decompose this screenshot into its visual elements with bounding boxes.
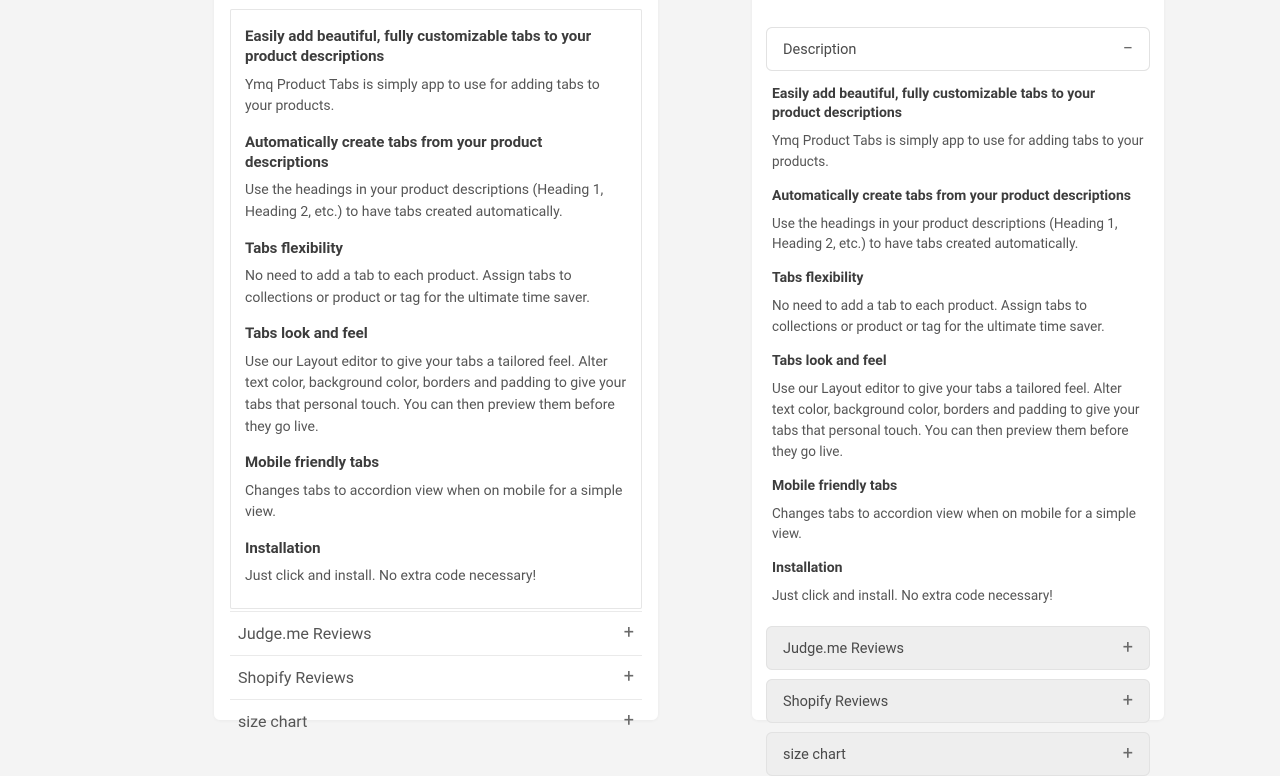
section-body: Use our Layout editor to give your tabs …: [245, 352, 627, 439]
accordion-header-shopify[interactable]: Shopify Reviews +: [230, 655, 642, 699]
accordion-label: Shopify Reviews: [238, 668, 354, 687]
section-heading: Tabs flexibility: [245, 238, 627, 258]
section-body: Ymq Product Tabs is simply app to use fo…: [245, 75, 627, 118]
section-body: No need to add a tab to each product. As…: [245, 266, 627, 309]
section-heading: Easily add beautiful, fully customizable…: [772, 85, 1144, 123]
plus-icon: +: [624, 712, 634, 730]
accordion-label: Description: [783, 41, 856, 58]
minus-icon: −: [1123, 40, 1133, 58]
accordion-label: size chart: [783, 746, 846, 763]
preview-card-left: Description Easily add beautiful, fully …: [214, 0, 658, 720]
accordion-body-description: Easily add beautiful, fully customizable…: [766, 71, 1150, 617]
accordion-label: Judge.me Reviews: [783, 640, 904, 657]
accordion-label: Judge.me Reviews: [238, 624, 372, 643]
accordion-header-judgeme[interactable]: Judge.me Reviews +: [230, 611, 642, 655]
section-body: Just click and install. No extra code ne…: [245, 566, 627, 588]
plus-icon: +: [624, 624, 634, 642]
section-heading: Automatically create tabs from your prod…: [245, 132, 627, 173]
accordion-header-sizechart[interactable]: size chart +: [766, 732, 1150, 776]
accordion-label: Shopify Reviews: [783, 693, 888, 710]
section-body: Just click and install. No extra code ne…: [772, 586, 1144, 607]
accordion-header-sizechart[interactable]: size chart +: [230, 699, 642, 743]
section-body: Changes tabs to accordion view when on m…: [245, 481, 627, 524]
section-heading: Installation: [772, 559, 1144, 578]
section-body: Ymq Product Tabs is simply app to use fo…: [772, 131, 1144, 173]
accordion-header-judgeme[interactable]: Judge.me Reviews +: [766, 626, 1150, 670]
section-heading: Mobile friendly tabs: [245, 452, 627, 472]
section-body: Use the headings in your product descrip…: [245, 180, 627, 223]
section-heading: Tabs look and feel: [772, 352, 1144, 371]
comparison-stage: Description Easily add beautiful, fully …: [0, 0, 1280, 720]
plus-icon: +: [1123, 745, 1133, 763]
accordion-label: size chart: [238, 712, 307, 731]
accordion-header-description[interactable]: Description −: [766, 27, 1150, 71]
section-heading: Installation: [245, 538, 627, 558]
section-heading: Tabs look and feel: [245, 323, 627, 343]
plus-icon: +: [1123, 692, 1133, 710]
section-heading: Tabs flexibility: [772, 269, 1144, 288]
preview-card-right: Description − Easily add beautiful, full…: [752, 0, 1164, 720]
accordion-header-shopify[interactable]: Shopify Reviews +: [766, 679, 1150, 723]
plus-icon: +: [1123, 639, 1133, 657]
section-body: Use our Layout editor to give your tabs …: [772, 379, 1144, 463]
section-body: No need to add a tab to each product. As…: [772, 296, 1144, 338]
section-heading: Easily add beautiful, fully customizable…: [245, 26, 627, 67]
section-heading: Mobile friendly tabs: [772, 477, 1144, 496]
accordion-body-description: Easily add beautiful, fully customizable…: [230, 9, 642, 609]
plus-icon: +: [624, 668, 634, 686]
section-heading: Automatically create tabs from your prod…: [772, 187, 1144, 206]
section-body: Use the headings in your product descrip…: [772, 214, 1144, 256]
section-body: Changes tabs to accordion view when on m…: [772, 504, 1144, 546]
accordion-header-description[interactable]: Description: [230, 0, 642, 9]
